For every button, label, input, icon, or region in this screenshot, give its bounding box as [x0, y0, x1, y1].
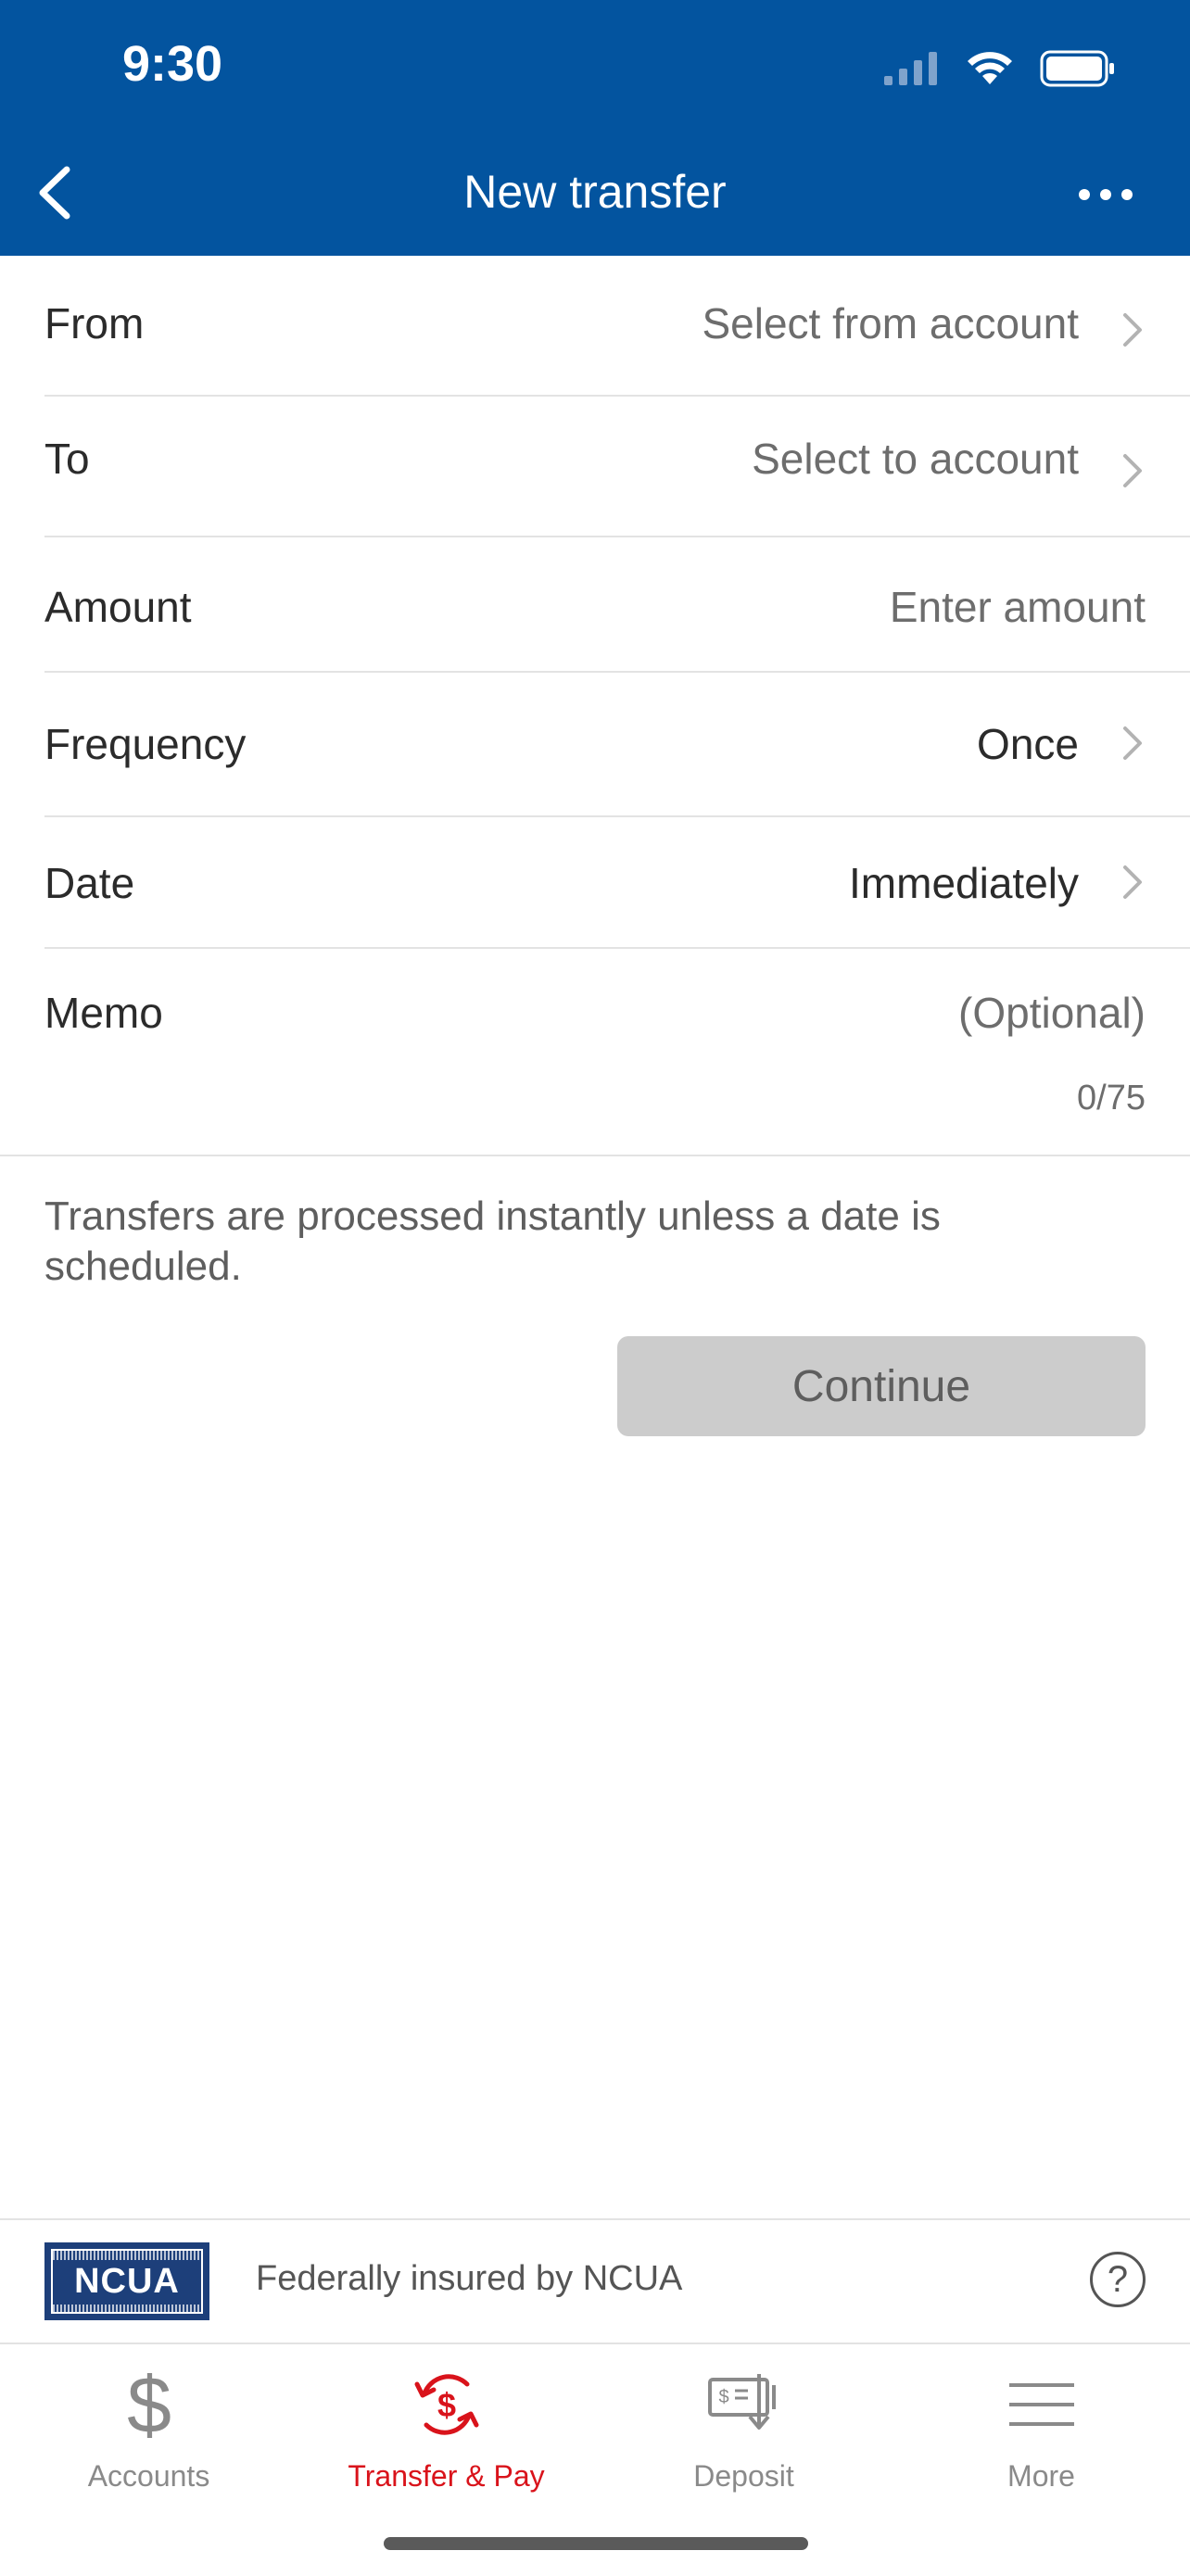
date-value: Immediately: [849, 859, 1079, 907]
more-options-button[interactable]: [1064, 167, 1147, 222]
help-button[interactable]: ?: [1090, 2252, 1146, 2307]
menu-icon: [1008, 2383, 1074, 2426]
battery-icon: [1040, 50, 1114, 87]
tab-transfer-pay-label: Transfer & Pay: [348, 2459, 545, 2493]
question-mark-icon: ?: [1107, 2258, 1129, 2300]
from-label: From: [44, 299, 145, 347]
amount-input[interactable]: Enter amount: [890, 582, 1146, 632]
check-deposit-icon: $: [707, 2374, 776, 2430]
tab-deposit[interactable]: $ Deposit: [595, 2344, 892, 2493]
transfer-icon: $: [414, 2374, 478, 2435]
tab-accounts[interactable]: $ Accounts: [0, 2344, 298, 2493]
memo-character-count: 0/75: [1077, 1079, 1146, 1118]
chevron-right-icon: [1123, 865, 1142, 899]
ncua-logo: NCUA: [44, 2242, 209, 2320]
from-account-value: Select from account: [702, 299, 1079, 347]
wifi-icon: [968, 52, 1012, 84]
ncua-footer: NCUA Federally insured by NCUA ?: [0, 2218, 1190, 2342]
divider: [0, 1155, 1190, 1156]
dollar-icon: $: [127, 2368, 171, 2442]
page-title: New transfer: [463, 166, 727, 218]
ncua-caption: Federally insured by NCUA: [256, 2259, 683, 2298]
tab-more[interactable]: More: [892, 2344, 1190, 2493]
to-account-row[interactable]: To Select to account: [44, 397, 1190, 537]
cellular-signal-icon: [884, 52, 937, 85]
status-time: 9:30: [122, 36, 223, 92]
continue-button[interactable]: Continue: [617, 1336, 1146, 1436]
transfer-info-text: Transfers are processed instantly unless…: [44, 1193, 941, 1289]
date-label: Date: [44, 859, 135, 907]
to-account-value: Select to account: [752, 435, 1079, 483]
frequency-value: Once: [977, 720, 1079, 768]
tab-deposit-label: Deposit: [693, 2459, 794, 2493]
svg-text:$: $: [437, 2386, 455, 2424]
frequency-label: Frequency: [44, 720, 247, 768]
tab-more-label: More: [1007, 2459, 1075, 2493]
status-icons: [884, 41, 1116, 96]
amount-label: Amount: [44, 583, 192, 631]
chevron-right-icon: [1123, 454, 1142, 487]
date-row[interactable]: Date Immediately: [44, 817, 1190, 949]
tab-accounts-label: Accounts: [87, 2459, 210, 2493]
app-header: 9:30 New transfer: [0, 0, 1190, 256]
to-label: To: [44, 435, 90, 483]
frequency-row[interactable]: Frequency Once: [44, 673, 1190, 817]
memo-input[interactable]: (Optional): [958, 988, 1146, 1038]
memo-label: Memo: [44, 989, 163, 1037]
home-indicator: [384, 2537, 808, 2550]
memo-row[interactable]: Memo (Optional) 0/75: [44, 949, 1190, 1155]
chevron-right-icon: [1123, 313, 1142, 347]
amount-row[interactable]: Amount Enter amount: [44, 537, 1190, 673]
svg-text:$: $: [718, 2387, 728, 2407]
tab-transfer-pay[interactable]: $ Transfer & Pay: [298, 2344, 595, 2493]
from-account-row[interactable]: From Select from account: [44, 256, 1190, 397]
svg-text:$: $: [127, 2368, 171, 2442]
chevron-right-icon: [1123, 726, 1142, 760]
ellipsis-icon: [1079, 189, 1133, 200]
